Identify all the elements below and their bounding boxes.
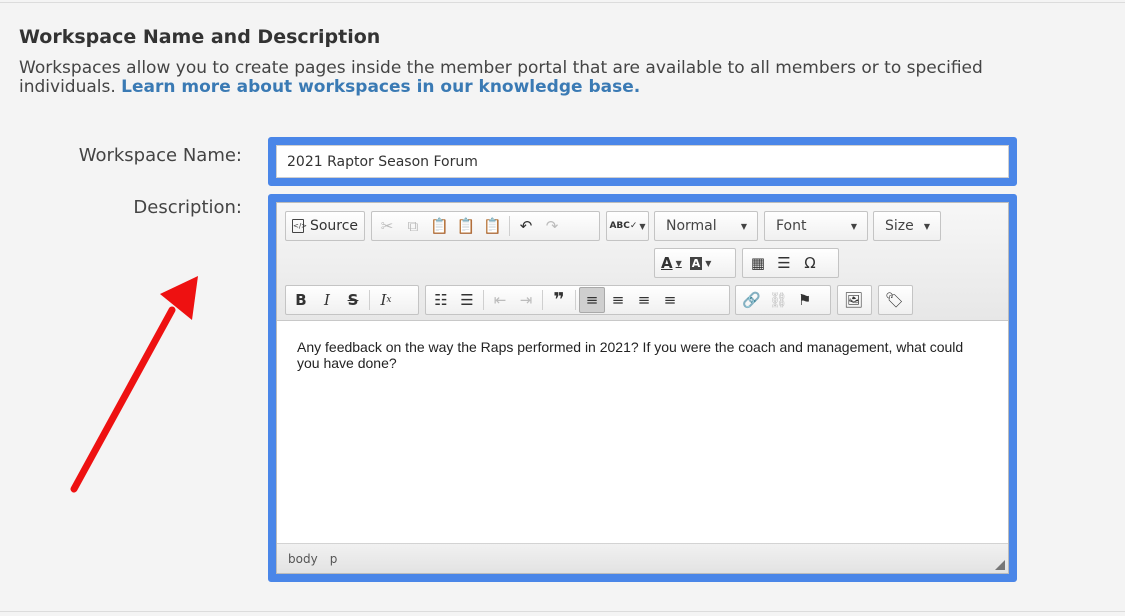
background-color-icon[interactable]: A ▼: [686, 250, 716, 276]
clipboard-group: ✂ ⧉ 📋 📋 📋 ↶ ↷: [371, 211, 600, 241]
link-icon[interactable]: 🔗: [738, 287, 765, 313]
source-label: Source: [309, 218, 359, 234]
indent-icon[interactable]: ⇥: [513, 287, 539, 313]
editor-content[interactable]: Any feedback on the way the Raps perform…: [297, 339, 977, 371]
special-char-icon[interactable]: Ω: [797, 250, 823, 276]
font-dropdown[interactable]: Font ▼: [764, 211, 868, 241]
toolbar-separator: [509, 216, 511, 236]
paragraph-group: ☷ ☰ ⇤ ⇥ ❞ ≡ ≡ ≡ ≡: [425, 285, 730, 315]
table-icon[interactable]: ▦: [745, 250, 771, 276]
arrow-head: [160, 276, 198, 320]
outdent-icon[interactable]: ⇤: [487, 287, 513, 313]
top-divider: [0, 2, 1125, 3]
insert-group: ▦ ☰ Ω: [742, 248, 839, 278]
justify-icon[interactable]: ≡: [657, 287, 683, 313]
spellcheck-icon[interactable]: ABC ✓ ▼: [609, 213, 646, 239]
editor-toolbar: </> Source ✂ ⧉ 📋 📋 📋 ↶ ↷ ABC ✓ ▼ Normal …: [277, 203, 1008, 321]
anchor-icon[interactable]: ⚑: [792, 287, 818, 313]
editor-statusbar: body p: [277, 543, 1008, 573]
unlink-icon[interactable]: ⛓: [765, 287, 792, 313]
redo-icon[interactable]: ↷: [539, 213, 565, 239]
format-dropdown[interactable]: Normal ▼: [654, 211, 758, 241]
bottom-divider: [0, 611, 1125, 612]
italic-icon[interactable]: I: [314, 287, 340, 313]
chevron-down-icon: ▼: [850, 221, 857, 231]
toolbar-separator: [483, 290, 484, 310]
path-p[interactable]: p: [330, 552, 338, 566]
align-center-icon[interactable]: ≡: [605, 287, 631, 313]
remove-format-icon[interactable]: Ix: [373, 287, 399, 313]
resize-handle[interactable]: [995, 560, 1005, 570]
image-icon[interactable]: 🖼: [840, 287, 867, 313]
numbered-list-icon[interactable]: ☷: [428, 287, 454, 313]
text-color-icon[interactable]: A ▼: [657, 250, 686, 276]
font-value: Font: [776, 218, 807, 234]
section-description: Workspaces allow you to create pages ins…: [19, 59, 999, 97]
basic-styles-group: B I S Ix: [285, 285, 419, 315]
align-right-icon[interactable]: ≡: [631, 287, 657, 313]
chevron-down-icon: ▼: [923, 221, 930, 231]
cut-icon[interactable]: ✂: [374, 213, 400, 239]
description-highlight: </> Source ✂ ⧉ 📋 📋 📋 ↶ ↷ ABC ✓ ▼ Normal …: [268, 194, 1017, 582]
paste-icon[interactable]: 📋: [426, 213, 453, 239]
tag-icon[interactable]: 🏷: [881, 287, 908, 313]
path-body[interactable]: body: [288, 552, 318, 566]
image-group: 🖼: [837, 285, 872, 315]
strike-icon[interactable]: S: [340, 287, 366, 313]
links-group: 🔗 ⛓ ⚑: [735, 285, 831, 315]
copy-icon[interactable]: ⧉: [400, 213, 426, 239]
bold-icon[interactable]: B: [288, 287, 314, 313]
workspace-name-input[interactable]: [276, 145, 1009, 178]
rich-text-editor: </> Source ✂ ⧉ 📋 📋 📋 ↶ ↷ ABC ✓ ▼ Normal …: [276, 202, 1009, 574]
spellcheck-group: ABC ✓ ▼: [606, 211, 649, 241]
chevron-down-icon: ▼: [740, 221, 747, 231]
source-icon: </>: [291, 219, 307, 233]
paste-word-icon[interactable]: 📋: [479, 213, 506, 239]
toolbar-separator: [369, 290, 370, 310]
description-label: Description:: [133, 197, 242, 218]
size-value: Size: [885, 218, 914, 234]
workspace-name-highlight: [268, 137, 1017, 186]
section-title: Workspace Name and Description: [19, 26, 381, 48]
toolbar-separator: [575, 290, 576, 310]
align-left-icon[interactable]: ≡: [579, 287, 605, 313]
blockquote-icon[interactable]: ❞: [546, 287, 572, 313]
bulleted-list-icon[interactable]: ☰: [454, 287, 480, 313]
toolbar-separator: [542, 290, 543, 310]
arrow-shaft: [70, 306, 176, 493]
paste-text-icon[interactable]: 📋: [453, 213, 480, 239]
horizontal-rule-icon[interactable]: ☰: [771, 250, 797, 276]
knowledge-base-link[interactable]: Learn more about workspaces in our knowl…: [121, 77, 640, 97]
source-group: </> Source: [285, 211, 365, 241]
undo-icon[interactable]: ↶: [513, 213, 539, 239]
tag-group: 🏷: [878, 285, 913, 315]
source-button[interactable]: </> Source: [288, 213, 362, 239]
annotation-arrow: [70, 276, 198, 493]
color-group: A ▼ A ▼: [654, 248, 736, 278]
format-value: Normal: [666, 218, 717, 234]
size-dropdown[interactable]: Size ▼: [873, 211, 941, 241]
workspace-name-label: Workspace Name:: [78, 145, 242, 166]
